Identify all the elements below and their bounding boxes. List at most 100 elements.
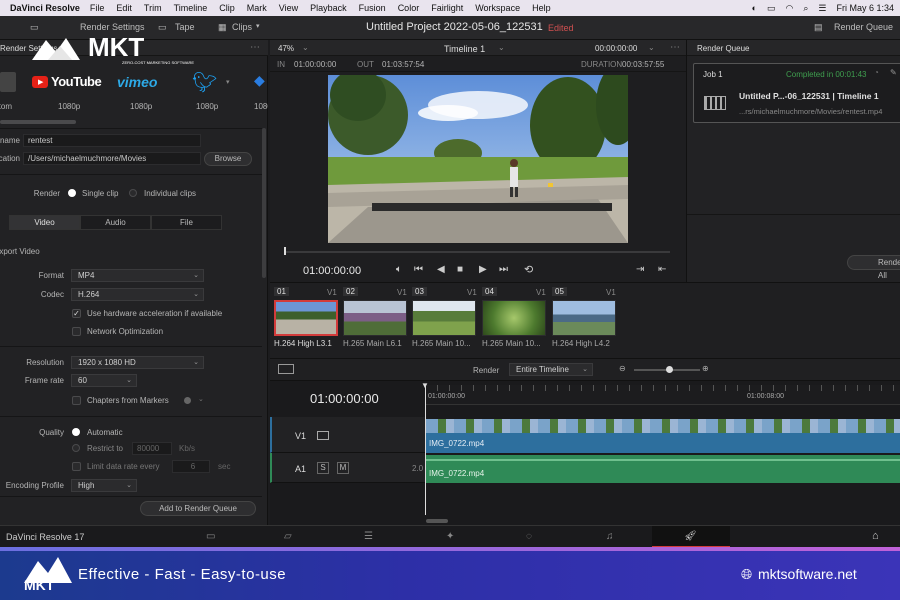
zoom-slider-knob[interactable] — [666, 366, 673, 373]
clip-thumbnail[interactable] — [412, 300, 476, 336]
battery-icon[interactable]: ▭ — [767, 3, 776, 14]
chapters-checkbox[interactable] — [72, 396, 81, 405]
mark-out-icon[interactable]: ⇤ — [658, 264, 666, 275]
add-to-render-queue-button[interactable]: Add to Render Queue — [140, 501, 256, 516]
app-menu[interactable]: DaVinci Resolve — [10, 3, 80, 13]
location-field[interactable]: /Users/michaelmuchmore/Movies — [23, 152, 201, 165]
audio-clip[interactable]: IMG_0722.mp4 — [426, 455, 900, 483]
left-panel-scrollbar[interactable] — [262, 128, 266, 278]
clips-toggle[interactable]: Clips — [232, 22, 252, 32]
mark-in-icon[interactable]: ⇥ — [636, 264, 644, 275]
clip-thumbnail[interactable] — [343, 300, 407, 336]
tab-file[interactable]: File — [151, 215, 222, 230]
chevron-down-icon[interactable]: ⌄ — [198, 395, 204, 403]
zoom-out-icon[interactable]: ⊖ — [619, 364, 626, 373]
menu-color[interactable]: Color — [398, 3, 420, 13]
quality-restrict-radio[interactable] — [72, 444, 80, 452]
track-monitor-icon[interactable] — [317, 431, 329, 440]
clock[interactable]: Fri May 6 1:34 — [836, 3, 894, 13]
job-options-icon[interactable]: ◔ — [874, 68, 879, 77]
zoom-dropdown[interactable]: 47% — [278, 44, 294, 53]
go-to-start-icon[interactable]: ⏮︎ — [414, 264, 423, 275]
codec-dropdown[interactable]: H.264 ⌄ — [71, 288, 204, 301]
menu-fusion[interactable]: Fusion — [359, 3, 386, 13]
tab-audio[interactable]: Audio — [80, 215, 151, 230]
play-icon[interactable]: ▶︎ — [479, 264, 487, 275]
clip-thumbnail[interactable] — [482, 300, 546, 336]
wifi-icon[interactable]: ◠ — [785, 3, 793, 14]
framerate-dropdown[interactable]: 60 ⌄ — [71, 374, 137, 387]
menu-view[interactable]: View — [279, 3, 298, 13]
filename-field[interactable]: rentest — [23, 134, 201, 147]
menu-fairlight[interactable]: Fairlight — [431, 3, 463, 13]
menu-timeline[interactable]: Timeline — [174, 3, 208, 13]
menu-help[interactable]: Help — [532, 3, 551, 13]
more-options-icon[interactable]: ⋯ — [250, 42, 260, 53]
preset-scrollbar[interactable] — [0, 120, 76, 124]
scrubber-bar[interactable] — [284, 251, 670, 253]
home-icon[interactable]: ⌂ — [872, 530, 879, 542]
play-reverse-icon[interactable]: ◀︎ — [437, 264, 445, 275]
control-center-icon[interactable]: ☰ — [818, 3, 826, 14]
go-to-end-icon[interactable]: ⏭︎ — [499, 264, 508, 275]
solo-button[interactable]: S — [317, 462, 329, 474]
page-cut-icon[interactable]: ▱ — [284, 531, 292, 542]
zoom-in-icon[interactable]: ⊕ — [702, 364, 709, 373]
menu-clip[interactable]: Clip — [219, 3, 235, 13]
loop-icon[interactable]: ⟲ — [524, 263, 533, 276]
volume-icon[interactable]: 🔈︎ — [396, 264, 402, 275]
banner-site[interactable]: mktsoftware.net — [758, 566, 857, 582]
restrict-value-field[interactable]: 80000 — [132, 442, 172, 455]
video-clip[interactable]: IMG_0722.mp4 — [426, 419, 900, 453]
tab-video[interactable]: Video — [9, 215, 80, 230]
clips-chevron-icon[interactable]: ▾ — [256, 22, 260, 30]
preset-vimeo[interactable]: vimeo — [117, 74, 157, 90]
search-icon[interactable]: ⌕ — [803, 3, 808, 14]
more-options-icon[interactable]: ⋯ — [670, 42, 680, 53]
playhead-marker-icon[interactable]: ▼ — [421, 381, 429, 390]
page-fairlight-icon[interactable]: ♫ — [606, 531, 614, 542]
page-edit-icon[interactable]: ☰ — [364, 531, 373, 542]
menu-trim[interactable]: Trim — [144, 3, 162, 13]
clip-thumbnail[interactable] — [552, 300, 616, 336]
resolution-dropdown[interactable]: 1920 x 1080 HD ⌄ — [71, 356, 204, 369]
quality-automatic-radio[interactable] — [72, 428, 80, 436]
preset-dropbox-icon[interactable]: ◆ — [254, 72, 265, 89]
clip-thumbnail[interactable] — [274, 300, 338, 336]
menu-file[interactable]: File — [90, 3, 105, 13]
page-media-icon[interactable]: ▭ — [206, 531, 215, 542]
encoding-dropdown[interactable]: High ⌄ — [71, 479, 137, 492]
timeline-ruler[interactable]: 01:00:00:00 01:00:08:00 — [425, 385, 900, 405]
menu-mark[interactable]: Mark — [247, 3, 267, 13]
render-queue-toggle[interactable]: Render Queue — [834, 22, 893, 32]
menu-playback[interactable]: Playback — [310, 3, 347, 13]
job-edit-icon[interactable]: ✎ — [890, 68, 897, 77]
render-scope-dropdown[interactable]: Entire Timeline ⌄ — [509, 363, 593, 376]
timeline-scrollbar[interactable] — [426, 519, 448, 523]
timeline-name[interactable]: Timeline 1 — [444, 44, 485, 54]
single-clip-radio[interactable] — [68, 189, 76, 197]
menu-edit[interactable]: Edit — [116, 3, 132, 13]
preset-twitter-chevron-icon[interactable]: ▾ — [226, 78, 230, 86]
render-all-button[interactable]: Render All — [847, 255, 900, 280]
render-queue-icon[interactable]: ▤ — [814, 22, 823, 33]
network-opt-checkbox[interactable] — [72, 327, 81, 336]
hw-accel-checkbox[interactable]: ✓ — [72, 309, 81, 318]
page-color-icon[interactable]: ◌ — [526, 531, 532, 542]
video-frame[interactable] — [328, 75, 628, 243]
playhead-handle[interactable] — [284, 247, 286, 255]
limit-rate-checkbox[interactable] — [72, 462, 81, 471]
stop-icon[interactable]: ■ — [457, 264, 463, 275]
resolve-status-icon[interactable]: ◐ — [752, 3, 757, 13]
preset-custom[interactable] — [0, 72, 16, 92]
marker-color-icon[interactable] — [184, 397, 191, 404]
chevron-down-icon[interactable]: ⌄ — [648, 43, 655, 52]
menu-workspace[interactable]: Workspace — [475, 3, 520, 13]
clips-icon[interactable]: ▦ — [218, 22, 227, 33]
render-job-card[interactable]: Job 1 Completed in 00:01:43 ◔ ✎ Untitled… — [693, 63, 900, 123]
chevron-down-icon[interactable]: ⌄ — [302, 43, 309, 52]
timeline-view-icon[interactable] — [278, 364, 294, 374]
individual-clips-radio[interactable] — [129, 189, 137, 197]
limit-value-field[interactable]: 6 — [172, 460, 210, 473]
chevron-down-icon[interactable]: ⌄ — [498, 43, 505, 52]
